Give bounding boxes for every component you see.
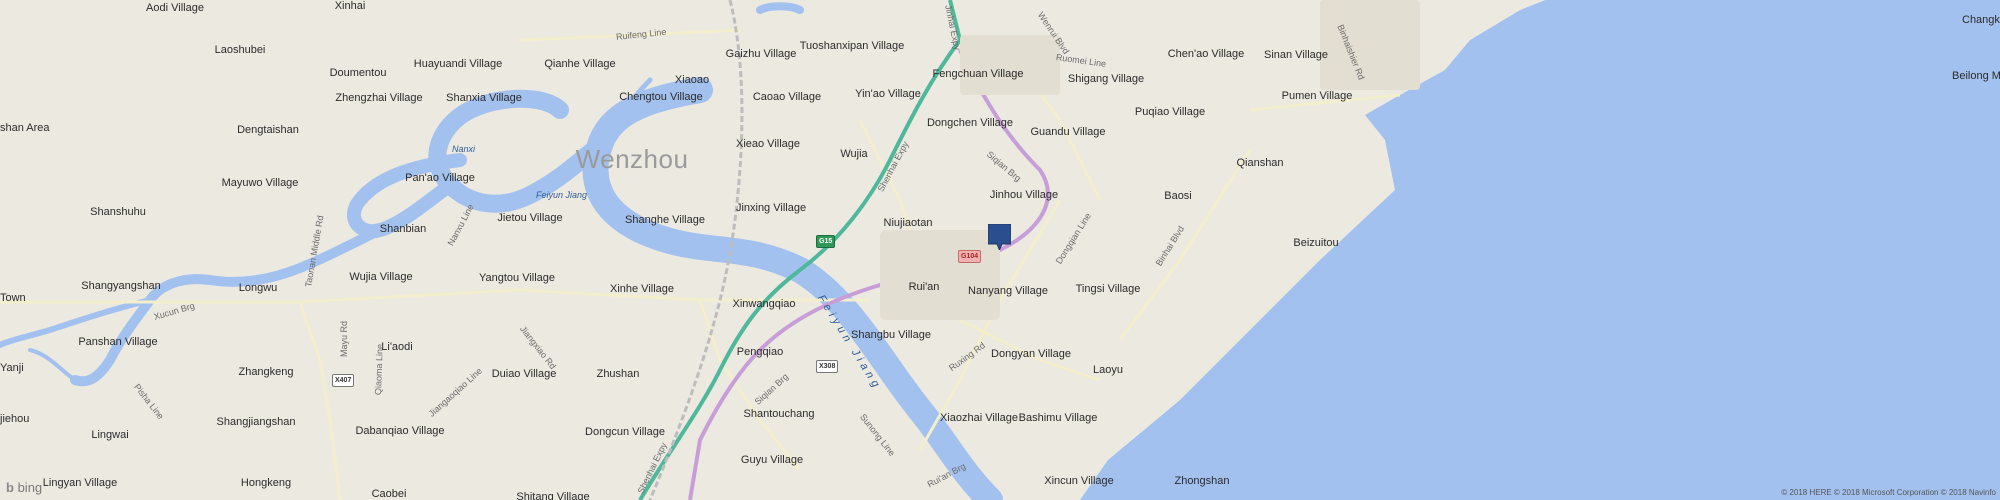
place-label: Xinhe Village [609,283,675,295]
place-label: Shangyangshan [81,280,161,292]
location-pin-icon[interactable] [987,223,1012,252]
place-label: Qianshan [1236,157,1284,169]
place-label: Nanyang Village [968,285,1048,297]
place-label: Wujia [840,148,868,160]
place-label: Qianhe Village [544,58,616,70]
water-label: Feiyun Jiang [536,190,588,200]
place-label: Huayuandi Village [413,58,503,70]
river-creek-1 [28,348,77,382]
place-label: Beizuitou [1293,237,1339,249]
place-label: Shangjiangshan [216,416,296,428]
place-label: Bashimu Village [1018,412,1098,424]
place-label: Caoao Village [752,91,822,103]
place-label: Shitang Village [516,491,590,500]
place-label: Dongyan Village [991,348,1071,360]
place-label: Jinxing Village [735,202,807,214]
route-shield-x308: X308 [816,360,839,373]
place-label: Xiaozhai Village [939,412,1019,424]
city-label-wenzhou: Wenzhou [575,144,689,174]
bing-logo-icon: b [6,480,14,495]
place-label: Laoshubei [214,44,266,56]
place-label: Lingwai [91,429,129,441]
place-label: Dongchen Village [926,117,1014,129]
place-label: Tingsi Village [1075,283,1141,295]
place-label: Doumentou [329,67,387,79]
place-label: Chen'ao Village [1167,48,1245,60]
place-label: Mayuwo Village [221,177,299,189]
place-label: Shanxia Village [446,92,522,104]
place-label: Yin'ao Village [855,88,921,100]
place-label: Guandu Village [1030,126,1106,138]
place-label: Xieao Village [735,138,801,150]
place-label: Pumen Village [1281,90,1353,102]
place-label: Zhengzhai Village [335,92,423,104]
place-label: Shanshuhu [90,206,146,218]
place-label: Xinwangqiao [732,298,796,310]
place-label: Pan'ao Village [405,172,475,184]
place-label: Shangbu Village [851,329,931,341]
river-lake [756,2,804,14]
place-label: Dongcun Village [585,426,665,438]
place-label: Dabanqiao Village [355,425,445,437]
place-label: Hongkeng [240,477,292,489]
road-label: Mayu Rd [339,320,349,357]
local-road-5 [1118,149,1252,341]
place-label: Laoyu [1093,364,1123,376]
map-canvas[interactable]: Wenzhou Aodi Village Xinhai Laoshubei Do… [0,0,2000,500]
place-label: Zhushan [596,368,640,380]
urban-area-north [960,35,1060,95]
place-label: Pengqiao [736,346,784,358]
place-label: Jinhou Village [989,189,1059,201]
place-label: Tuoshanxipan Village [799,40,905,52]
bing-logo: b bing [6,480,42,495]
bing-logo-text: bing [17,480,43,495]
local-road-7 [298,301,342,500]
place-label: Duiao Village [491,368,557,380]
place-label: Baosi [1164,190,1192,202]
place-label: Aodi Village [146,2,204,14]
place-label: Yangtou Village [478,272,556,284]
place-label: Xincun Village [1044,475,1114,487]
place-label: Caobei [371,488,407,500]
place-label: Shanghe Village [625,214,705,226]
place-label: Wujia Village [349,271,413,283]
place-label: Xinhai [334,0,366,12]
place-label: Fengchuan Village [932,68,1024,80]
urban-area-center [880,230,1000,320]
place-label: Shantouchang [743,408,815,420]
water-label: Nanxi [452,144,476,154]
urban-area-east [1320,0,1420,90]
place-label: Sinan Village [1263,49,1329,61]
route-shield-g15: G15 [816,235,836,248]
place-label: Lingyan Village [42,477,118,489]
place-label: Chengtou Village [619,91,703,103]
place-label: Li'aodi [381,341,413,353]
place-label: Changk [1962,14,2000,26]
map-copyright: © 2018 HERE © 2018 Microsoft Corporation… [1781,488,1996,497]
place-label: Rui'an [908,281,940,293]
place-label: Yanji [0,362,24,374]
local-road-3 [698,299,802,471]
place-label: Guyu Village [740,454,804,466]
place-label: Shigang Village [1067,73,1145,85]
place-label: Puqiao Village [1134,106,1206,118]
place-label: Xiaoao [674,74,710,86]
place-label: shan Area [0,122,50,134]
place-label: Niujiaotan [883,217,933,229]
place-label: Beilong M [1952,70,2000,82]
sea-area [1080,0,2000,500]
route-shield-x407: X407 [332,374,355,387]
route-shield-g104: G104 [958,250,982,263]
place-label: Dengtaishan [237,124,299,136]
place-label: Shanbian [379,223,427,235]
place-label: Gaizhu Village [725,48,797,60]
place-label: jiehou [0,413,30,425]
place-label: Longwu [238,282,278,294]
road-label: Qiaoma Line [373,343,385,396]
place-label: Town [0,292,26,304]
place-label: Zhongshan [1174,475,1230,487]
place-label: Jietou Village [497,212,563,224]
place-label: Panshan Village [78,336,158,348]
place-label: Zhangkeng [238,366,294,378]
